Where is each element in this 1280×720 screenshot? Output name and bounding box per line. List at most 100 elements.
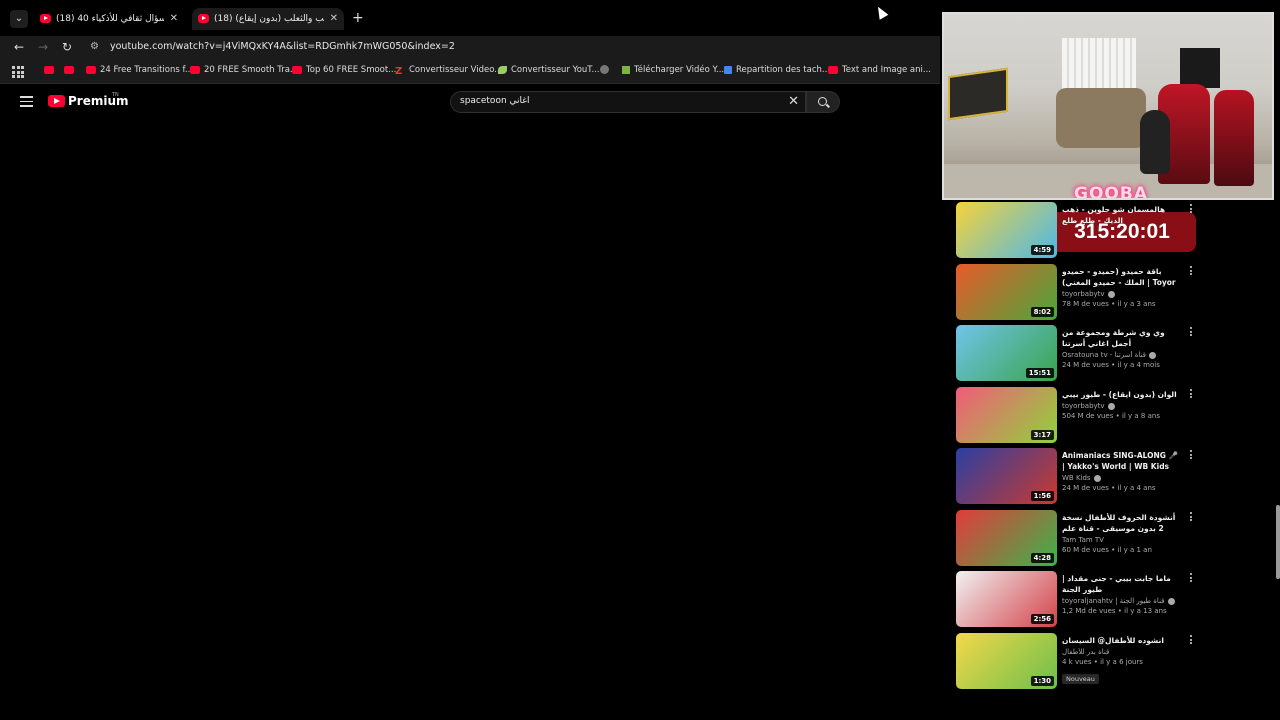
channel-name[interactable]: toyoraljanahtv | قناة طيور الجنة (1062, 597, 1165, 605)
video-thumbnail[interactable]: 15:51 (956, 325, 1057, 381)
playlist-item[interactable]: 1:56 Animaniacs SING-ALONG 🎤 | Yakko's Wo… (956, 446, 1202, 504)
video-thumbnail[interactable]: 8:02 (956, 264, 1057, 320)
video-title[interactable]: هالمسمان شو حلوين - ذهب الديك - طلع طلع (1062, 204, 1180, 226)
tab-search-chevron-icon[interactable]: ⌄ (10, 10, 28, 28)
bookmark-top-60[interactable]: Top 60 FREE Smoot... (292, 65, 396, 75)
video-title[interactable]: انشوده للأطفال@ السيسان (1062, 635, 1180, 646)
site-info-icon[interactable]: ⚙ (90, 41, 99, 52)
video-channel[interactable]: Osratouna tv - قناة أسرتنا (1062, 351, 1180, 359)
verified-check-icon (1167, 597, 1175, 605)
video-title[interactable]: ماما جابت بيبي - جنى مقداد | طيور الجنة (1062, 573, 1180, 595)
new-badge: Nouveau (1062, 674, 1099, 684)
video-channel[interactable]: toyorbabytv (1062, 402, 1180, 410)
menu-hamburger-icon[interactable] (20, 96, 33, 110)
search-input[interactable]: spacetoon اغاني ✕ (450, 91, 806, 113)
country-code: TN (112, 92, 119, 98)
video-meta: 24 M de vues • il y a 4 mois (1062, 361, 1160, 369)
verified-check-icon (1093, 474, 1101, 482)
youtube-premium-wordmark[interactable]: Premium (68, 94, 129, 108)
video-channel[interactable]: toyorbabytv (1062, 290, 1180, 298)
document-icon (724, 65, 732, 74)
address-bar[interactable]: ⚙ youtube.com/watch?v=j4ViMQxKY4A&list=R… (86, 38, 940, 58)
more-actions-icon[interactable] (1190, 327, 1194, 338)
new-tab-plus-icon[interactable]: + (352, 10, 364, 26)
bookmark-convertisseur-youtube[interactable]: Convertisseur YouT... (498, 65, 600, 75)
bookmark-text-image[interactable]: Text and Image ani... (828, 65, 931, 75)
browser-toolbar: ← → ↻ ⚙ youtube.com/watch?v=j4ViMQxKY4A&… (0, 36, 940, 60)
playlist-item[interactable]: 2:56 ماما جابت بيبي - جنى مقداد | طيور ال… (956, 569, 1202, 627)
youtube-header: Premium TN spacetoon اغاني ✕ (0, 84, 940, 120)
bookmark-label: Top 60 FREE Smoot... (306, 65, 397, 75)
video-title[interactable]: أنشودة الحروف للأطفال نسخة 2 بدون موسيقى… (1062, 512, 1180, 534)
video-channel[interactable]: toyoraljanahtv | قناة طيور الجنة (1062, 597, 1180, 605)
video-meta: 4 k vues • il y a 6 jours (1062, 658, 1143, 666)
video-channel[interactable]: Tam Tam TV (1062, 536, 1180, 544)
video-title[interactable]: Animaniacs SING-ALONG 🎤 | Yakko's World … (1062, 450, 1180, 472)
apps-grid-icon[interactable] (12, 66, 24, 78)
bookmark-youtube-2[interactable] (64, 65, 78, 75)
clear-search-icon[interactable]: ✕ (788, 94, 799, 109)
video-channel[interactable]: WB Kids (1062, 474, 1180, 482)
playlist-item[interactable]: 4:28 أنشودة الحروف للأطفال نسخة 2 بدون مو… (956, 508, 1202, 566)
tab-quiz[interactable]: (18) 40 سؤال ثقافي للأذكياء 🧠 🤔 ✕ (34, 8, 184, 30)
forward-arrow-icon[interactable]: → (38, 40, 48, 54)
youtube-favicon-icon (198, 14, 209, 23)
verified-check-icon (1107, 290, 1115, 298)
tab-close-icon[interactable]: ✕ (330, 8, 338, 30)
bookmark-label: 24 Free Transitions f... (100, 65, 193, 75)
video-thumbnail[interactable]: 1:30 (956, 633, 1057, 689)
channel-name[interactable]: toyorbabytv (1062, 402, 1105, 410)
playlist-item[interactable]: 1:30 انشوده للأطفال@ السيسان قناة بدر للأط… (956, 631, 1202, 689)
playlist-panel: 4:59 هالمسمان شو حلوين - ذهب الديك - طلع … (956, 200, 1202, 692)
video-thumbnail[interactable]: 2:56 (956, 571, 1057, 627)
playlist-item[interactable]: 15:51 وي وي شرطة ومجموعة من أجمل اغاني أس… (956, 323, 1202, 381)
more-actions-icon[interactable] (1190, 635, 1194, 646)
tab-title: (18) الأرنب والثعلب (بدون إيقاع) - (214, 14, 324, 24)
channel-name[interactable]: قناة بدر للأطفال (1062, 648, 1109, 656)
video-thumbnail[interactable]: 3:17 (956, 387, 1057, 443)
video-info: أنشودة الحروف للأطفال نسخة 2 بدون موسيقى… (1062, 512, 1180, 554)
url-text: youtube.com/watch?v=j4ViMQxKY4A&list=RDG… (110, 41, 455, 52)
channel-name[interactable]: Osratouna tv - قناة أسرتنا (1062, 351, 1146, 359)
bookmark-transitions[interactable]: 24 Free Transitions f... (86, 65, 193, 75)
more-actions-icon[interactable] (1190, 266, 1194, 277)
tab-rabbit-fox[interactable]: (18) الأرنب والثعلب (بدون إيقاع) - ✕ (192, 8, 344, 30)
page-scrollbar[interactable] (1276, 505, 1280, 579)
bookmark-youtube-1[interactable] (44, 65, 58, 75)
channel-name[interactable]: toyorbabytv (1062, 290, 1105, 298)
webcam-tv (1180, 48, 1220, 88)
video-info: انشوده للأطفال@ السيسان قناة بدر للأطفال 4… (1062, 635, 1180, 685)
bookmark-repartition[interactable]: Repartition des tach... (724, 65, 830, 75)
bookmark-globe[interactable] (600, 65, 613, 75)
z-logo-icon: Z (395, 65, 403, 77)
reload-icon[interactable]: ↻ (62, 40, 72, 54)
bookmark-smooth-transitions[interactable]: 20 FREE Smooth Tra... (190, 65, 298, 75)
channel-name[interactable]: Tam Tam TV (1062, 536, 1104, 544)
more-actions-icon[interactable] (1190, 512, 1194, 523)
video-thumbnail[interactable]: 4:59 (956, 202, 1057, 258)
video-thumbnail[interactable]: 1:56 (956, 448, 1057, 504)
video-info: الوان (بدون ايقاع) - طيور بيبي toyorbabyt… (1062, 389, 1180, 420)
more-actions-icon[interactable] (1190, 389, 1194, 400)
bookmark-convertisseur-video[interactable]: Z Convertisseur Video... (395, 65, 502, 77)
playlist-item[interactable]: 4:59 هالمسمان شو حلوين - ذهب الديك - طلع … (956, 200, 1202, 258)
more-actions-icon[interactable] (1190, 450, 1194, 461)
bookmark-telecharger[interactable]: Télécharger Vidéo Y... (622, 65, 724, 75)
video-thumbnail[interactable]: 4:28 (956, 510, 1057, 566)
tab-close-icon[interactable]: ✕ (170, 8, 178, 30)
video-title[interactable]: وي وي شرطة ومجموعة من أجمل اغاني أسرتنا (1062, 327, 1180, 349)
playlist-item[interactable]: 8:02 باقة حميدو (حميدو - حميدو الملك - حم… (956, 262, 1202, 320)
video-meta: 1,2 Md de vues • il y a 13 ans (1062, 607, 1167, 615)
youtube-logo-icon[interactable] (48, 95, 65, 107)
video-title[interactable]: الوان (بدون ايقاع) - طيور بيبي (1062, 389, 1180, 400)
video-title[interactable]: باقة حميدو (حميدو - حميدو الملك - حميدو … (1062, 266, 1180, 288)
more-actions-icon[interactable] (1190, 204, 1194, 215)
back-arrow-icon[interactable]: ← (14, 40, 24, 54)
more-actions-icon[interactable] (1190, 573, 1194, 584)
video-meta: 78 M de vues • il y a 3 ans (1062, 300, 1156, 308)
bookmarks-bar: 24 Free Transitions f... 20 FREE Smooth … (0, 60, 940, 84)
video-channel[interactable]: قناة بدر للأطفال (1062, 648, 1180, 656)
search-button[interactable] (806, 91, 840, 113)
channel-name[interactable]: WB Kids (1062, 474, 1091, 482)
playlist-item[interactable]: 3:17 الوان (بدون ايقاع) - طيور بيبي toyorb… (956, 385, 1202, 443)
